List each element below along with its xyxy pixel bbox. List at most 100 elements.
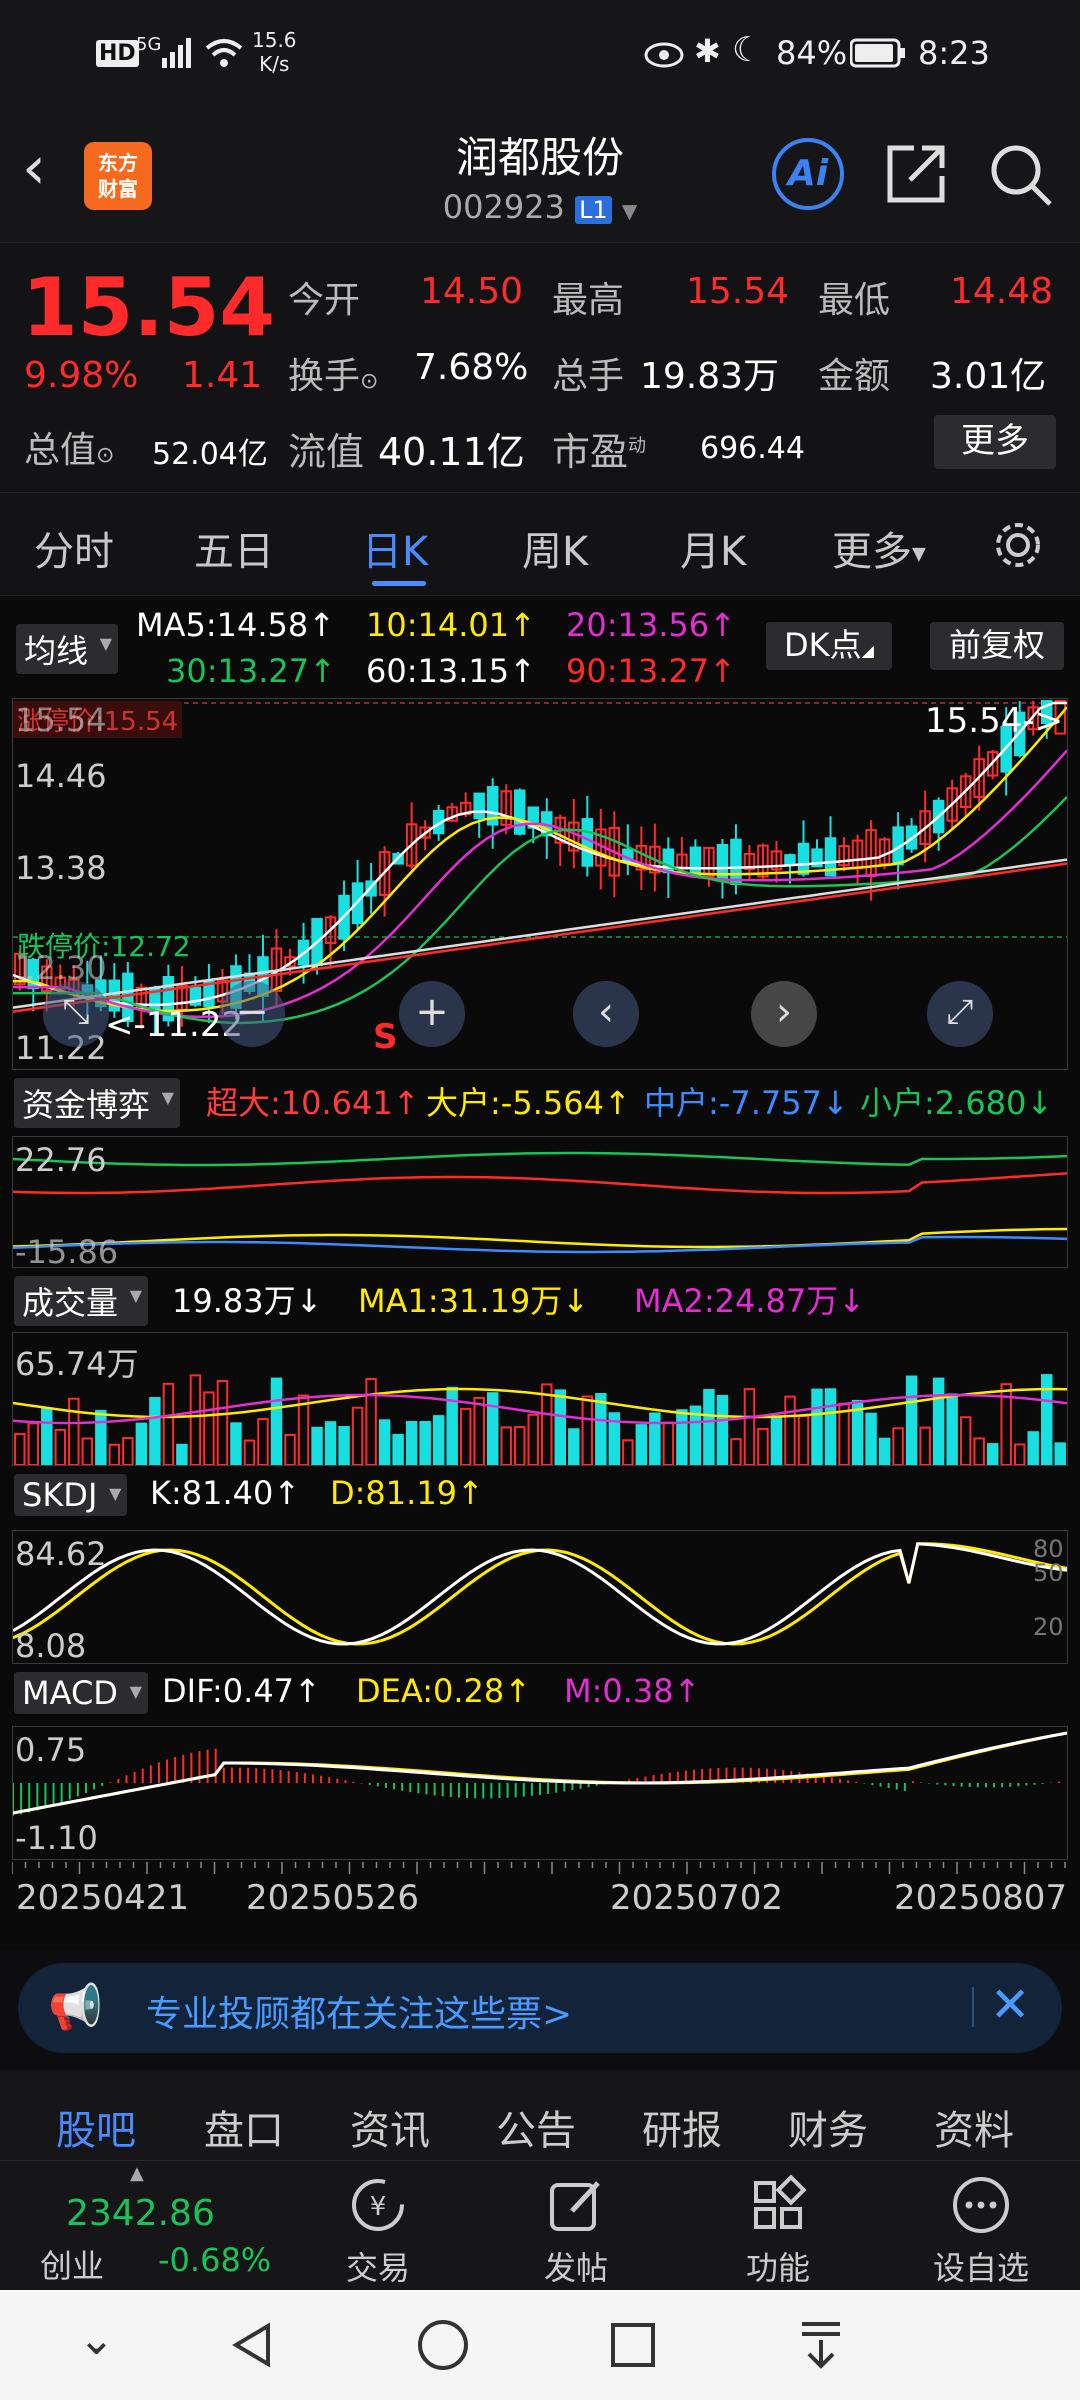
moon-icon: ☾ <box>732 30 763 70</box>
volume-bar <box>581 1395 594 1465</box>
stock-code: 002923 <box>442 188 565 226</box>
volume-bar <box>676 1409 688 1465</box>
volume-current: 19.83万↓ <box>172 1282 323 1320</box>
tab-finance[interactable]: 财务 <box>788 2098 868 2156</box>
index-change: -0.68% <box>158 2241 272 2279</box>
settings-icon[interactable] <box>990 517 1046 573</box>
post-button[interactable]: 发帖 <box>516 2175 636 2289</box>
close-icon[interactable]: ✕ <box>990 1977 1030 2033</box>
recents-nav-icon[interactable] <box>608 2320 658 2370</box>
tab-forum[interactable]: 股吧 <box>56 2098 136 2156</box>
ai-button[interactable]: Ai <box>772 138 844 210</box>
mcap-value: 52.04亿 <box>152 437 268 472</box>
ma-selector[interactable]: 均线 <box>16 624 119 674</box>
index-ticker[interactable]: ▲ 2342.86 创业 -0.68% <box>30 2163 290 2285</box>
info-icon: ⊙ <box>96 443 115 468</box>
volume-bar <box>27 1422 39 1465</box>
candle <box>324 915 337 969</box>
tab-profile[interactable]: 资料 <box>934 2098 1014 2156</box>
ma10-value: 10:14.01↑ <box>366 606 536 644</box>
share-icon[interactable] <box>884 142 948 206</box>
fullscreen-button[interactable]: ⤢ <box>927 981 993 1047</box>
skdj-selector[interactable]: SKDJ <box>14 1474 128 1516</box>
plus-button[interactable]: + <box>399 981 465 1047</box>
bottom-action-bar: ▲ 2342.86 创业 -0.68% ¥ 交易 发帖 功能 设自选 <box>0 2160 1080 2290</box>
zoom-out-button[interactable]: ⤡ <box>43 981 109 1047</box>
date-label-2: 20250526 <box>246 1878 420 1918</box>
macd-dif: DIF:0.47↑ <box>162 1672 321 1710</box>
tab-orderbook[interactable]: 盘口 <box>204 2098 284 2156</box>
more-button[interactable]: 更多 <box>934 415 1056 469</box>
collapse-icon[interactable]: ⌄ <box>78 2314 115 2365</box>
macd-m: M:0.38↑ <box>564 1672 701 1710</box>
chevron-down-icon: ▼ <box>621 199 638 223</box>
volume-bar <box>284 1433 296 1465</box>
ma60-value: 60:13.15↑ <box>366 652 536 690</box>
hd-icon: HD <box>96 40 139 67</box>
macd-y-top: 0.75 <box>15 1731 87 1769</box>
y-axis-3: 12.30 <box>15 949 107 987</box>
candle <box>595 808 607 890</box>
date-label-4: 20250807 <box>894 1878 1068 1918</box>
volume-bar <box>959 1416 972 1465</box>
tab-intraday[interactable]: 分时 <box>34 519 114 577</box>
status-bar: HD 5G 15.6 K/s ✱ ☾ 84% 8:23 <box>0 0 1080 110</box>
back-nav-icon[interactable] <box>228 2320 278 2370</box>
volume-bar <box>257 1418 269 1465</box>
search-icon[interactable] <box>988 142 1054 208</box>
kline-panel[interactable]: 涨停价:15.54 15.54 14.46 13.38 跌停价:12.72 12… <box>12 698 1068 1070</box>
macd-selector[interactable]: MACD <box>14 1672 148 1714</box>
ma5-value: MA5:14.58↑ <box>136 606 336 644</box>
volume-bar <box>108 1443 121 1465</box>
tab-news[interactable]: 资讯 <box>350 2098 430 2156</box>
tab-weekly-k[interactable]: 周K <box>522 519 588 577</box>
candle <box>473 792 485 838</box>
volume-selector[interactable]: 成交量 <box>14 1276 149 1326</box>
skdj-y-top: 84.62 <box>15 1535 107 1573</box>
volume-bar <box>635 1424 648 1465</box>
trade-button[interactable]: ¥ 交易 <box>318 2175 438 2289</box>
home-nav-icon[interactable] <box>416 2318 470 2372</box>
forward-adjust-button[interactable]: 前复权 <box>930 622 1064 670</box>
volume-bar <box>216 1380 229 1465</box>
macd-dea: DEA:0.28↑ <box>356 1672 532 1710</box>
volume-ma2: MA2:24.87万↓ <box>634 1282 866 1320</box>
advisor-banner[interactable]: 📢 专业投顾都在关注这些票> ✕ <box>18 1963 1062 2053</box>
volume-bar <box>378 1419 391 1465</box>
skdj-k: K:81.40↑ <box>150 1474 301 1512</box>
volume-bar <box>1054 1442 1066 1465</box>
volume-bar <box>500 1426 512 1465</box>
pe-label: 市盈动 <box>552 430 647 474</box>
tab-more[interactable]: 更多▼ <box>832 519 926 577</box>
capital-selector[interactable]: 资金博弈 <box>14 1078 181 1128</box>
download-nav-icon[interactable] <box>796 2318 846 2372</box>
minus-button[interactable]: − <box>219 981 285 1047</box>
volume-bar <box>919 1426 931 1465</box>
prev-button[interactable]: ‹ <box>573 981 639 1047</box>
tab-research[interactable]: 研报 <box>642 2098 722 2156</box>
volume-bar <box>230 1422 242 1465</box>
functions-button[interactable]: 功能 <box>718 2174 838 2289</box>
sell-signal-mark: S <box>373 1017 398 1057</box>
tab-daily-k[interactable]: 日K <box>362 519 428 577</box>
volume-bar <box>527 1413 539 1465</box>
volume-bar <box>270 1377 283 1465</box>
add-watchlist-button[interactable]: 设自选 <box>916 2175 1046 2289</box>
volume-bar <box>1027 1431 1039 1465</box>
volume-bar <box>649 1412 661 1465</box>
tab-monthly-k[interactable]: 月K <box>680 519 746 577</box>
volume-bar <box>459 1407 472 1465</box>
y-axis-1: 14.46 <box>15 757 107 795</box>
volume-bar <box>554 1389 566 1465</box>
banner-text: 专业投顾都在关注这些票> <box>146 1994 573 2035</box>
date-label-1: 20250421 <box>16 1878 190 1918</box>
volume-bar <box>865 1412 877 1465</box>
tab-announcements[interactable]: 公告 <box>496 2098 576 2156</box>
volume-bar <box>757 1427 769 1465</box>
turnover-value: 7.68% <box>414 347 529 388</box>
skdj-d: D:81.19↑ <box>330 1474 484 1512</box>
dk-point-button[interactable]: DK点◢ <box>766 622 892 670</box>
next-button[interactable]: › <box>751 981 817 1047</box>
tab-five-day[interactable]: 五日 <box>194 519 274 577</box>
large-value: 大户:-5.564↑ <box>426 1084 631 1122</box>
